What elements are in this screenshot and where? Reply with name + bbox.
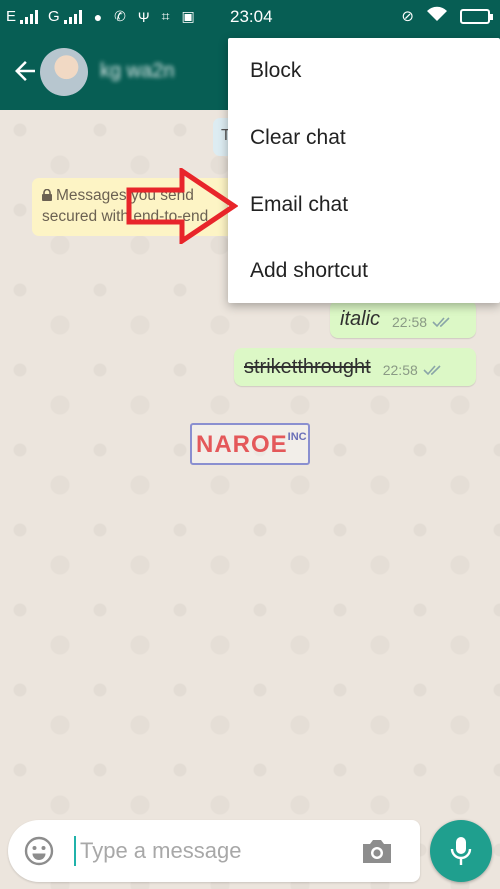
screenshot-icon: ⌗ [161,8,170,24]
read-ticks-icon [432,317,450,328]
message-bubble[interactable]: striketthrought 22:58 [234,348,476,386]
back-arrow-icon[interactable] [10,56,40,86]
chat-notification-icon: ● [93,8,103,25]
overflow-menu: Block Clear chat Email chat Add shortcut [228,38,500,303]
avatar[interactable] [40,48,88,96]
mic-button[interactable] [430,820,492,882]
menu-item-clear-chat[interactable]: Clear chat [228,105,500,171]
message-text: striketthrought [244,355,371,378]
watermark-main: NAROE [196,431,288,458]
wifi-icon [426,6,448,26]
watermark-logo: NAROEINC [190,423,310,465]
usb-icon: Ψ [137,8,150,25]
network-type-2: G [48,8,60,25]
missed-call-icon: ✆ [114,8,126,24]
signal-2-icon [63,9,82,24]
message-text: italic [340,307,381,330]
message-time: 22:58 [382,362,418,378]
menu-item-email-chat[interactable]: Email chat [228,172,500,238]
message-bubble[interactable]: italic 22:58 [330,300,476,338]
message-input[interactable] [80,832,350,870]
app-notification-icon: ▣ [181,8,195,24]
network-type-1: E [6,8,17,25]
text-cursor [74,836,76,866]
message-composer [8,820,420,882]
camera-icon[interactable] [360,836,394,866]
watermark-sup: INC [287,431,307,443]
signal-1-icon [20,9,39,24]
clock: 23:04 [230,7,273,26]
menu-item-block[interactable]: Block [228,38,500,104]
read-ticks-icon [423,365,441,376]
message-time: 22:58 [392,314,428,330]
lock-icon [42,189,52,201]
annotation-arrow-icon [126,168,238,244]
battery-icon [460,8,493,24]
mute-icon: ⊘ [401,8,414,25]
emoji-icon[interactable] [24,836,54,866]
status-bar: E G ● ✆ Ψ ⌗ ▣ 23:04 ⊘ [0,0,500,34]
contact-name[interactable]: kg wa2n [100,60,175,83]
menu-item-add-shortcut[interactable]: Add shortcut [228,238,500,304]
microphone-icon [450,837,472,865]
